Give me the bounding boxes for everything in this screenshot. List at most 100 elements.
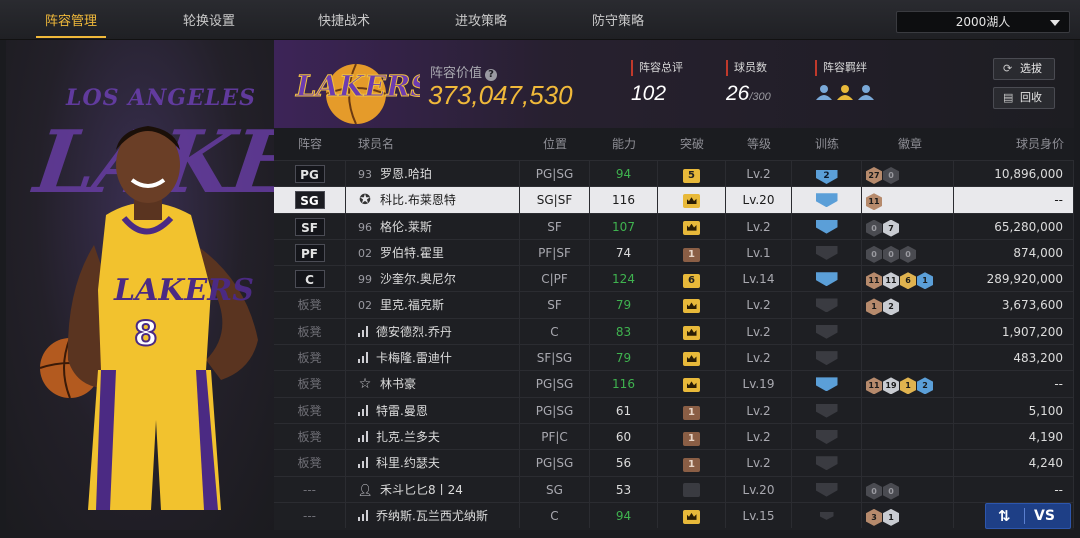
badge-hex-icon: 11 xyxy=(866,377,882,395)
slot-cell[interactable]: SF xyxy=(274,213,346,239)
table-row[interactable]: 板凳 科里.约瑟夫 PG|SG 56 1 Lv.2 4,240 xyxy=(274,449,1074,476)
slot-cell[interactable]: PG xyxy=(274,161,346,187)
table-row[interactable]: SG ✪ 科比.布莱恩特 SG|SF 116 Lv.20 11 -- xyxy=(274,186,1074,213)
player-level: Lv.2 xyxy=(726,423,792,450)
badge-hex-icon: 2 xyxy=(917,377,933,395)
player-name-cell[interactable]: 93 罗恩.哈珀 xyxy=(346,161,520,187)
badges-cell: 07 xyxy=(862,213,954,239)
col-ability[interactable]: 能力 xyxy=(590,128,658,160)
slot-cell[interactable]: --- xyxy=(274,502,346,529)
team-dropdown[interactable]: 2000湖人 xyxy=(896,11,1070,33)
lineup-value-label-text: 阵容价值 xyxy=(430,66,483,81)
col-badges[interactable]: 徽章 xyxy=(862,128,954,160)
tab-offense-strategy[interactable]: 进攻策略 xyxy=(440,0,522,40)
lineup-bond-stat[interactable]: 阵容羁绊 xyxy=(815,60,875,100)
table-row[interactable]: 板凳 扎克.兰多夫 PF|C 60 1 Lv.2 4,190 xyxy=(274,422,1074,450)
jersey-number: 02 xyxy=(358,246,372,260)
player-name-cell[interactable]: 02 里克.福克斯 xyxy=(346,292,520,318)
crown-icon xyxy=(686,381,697,389)
badge-hex-icon: 0 xyxy=(866,482,882,500)
player-name: 林书豪 xyxy=(380,377,417,392)
breakthrough-badge: 1 xyxy=(683,431,700,446)
badge-hex-icon: 7 xyxy=(883,219,899,237)
player-name-cell[interactable]: 卡梅隆.雷迪什 xyxy=(346,345,520,371)
scout-button[interactable]: ⟳ 选拔 xyxy=(993,58,1055,80)
slot-bench: 板凳 xyxy=(297,351,322,366)
table-row[interactable]: SF 96 格伦.莱斯 SF 107 Lv.2 07 65,280,000 xyxy=(274,212,1074,239)
team-dropdown-value: 2000湖人 xyxy=(955,15,1011,29)
player-ability: 60 xyxy=(590,423,658,450)
compare-vs-button[interactable]: ⇅ VS xyxy=(985,503,1071,529)
badges-cell: 11 xyxy=(862,187,954,213)
table-row[interactable]: --- 👤︎ 禾斗匕匕8丨24 SG 53 Lv.20 00 -- xyxy=(274,475,1074,502)
slot-cell[interactable]: 板凳 xyxy=(274,292,346,318)
col-level[interactable]: 等级 xyxy=(726,128,792,160)
training-cell xyxy=(792,318,862,345)
player-salary: 65,280,000 xyxy=(954,213,1074,239)
slot-cell[interactable]: 板凳 xyxy=(274,371,346,397)
player-position: C xyxy=(520,502,590,529)
tab-quick-tactics[interactable]: 快捷战术 xyxy=(303,0,385,40)
table-row[interactable]: PG 93 罗恩.哈珀 PG|SG 94 5 Lv.2 2 27 0 10,896,… xyxy=(274,160,1074,187)
badge-hex-icon: 1 xyxy=(917,272,933,290)
badges-cell: 12 xyxy=(862,292,954,318)
player-name-cell[interactable]: 99 沙奎尔.奥尼尔 xyxy=(346,266,520,292)
player-name-cell[interactable]: 德安德烈.乔丹 xyxy=(346,318,520,345)
table-row[interactable]: 板凳 02 里克.福克斯 SF 79 Lv.2 12 3,673,600 xyxy=(274,291,1074,318)
col-name[interactable]: 球员名 xyxy=(346,128,520,160)
slot-cell[interactable]: 板凳 xyxy=(274,318,346,345)
player-position: PG|SG xyxy=(520,397,590,423)
player-name-cell[interactable]: 科里.约瑟夫 xyxy=(346,450,520,476)
table-row[interactable]: --- 乔纳斯.瓦兰西尤纳斯 C 94 Lv.15 31 xyxy=(274,501,1074,529)
player-position: PF|C xyxy=(520,423,590,450)
slot-cell[interactable]: C xyxy=(274,266,346,292)
player-name-cell[interactable]: 👤︎ 禾斗匕匕8丨24 xyxy=(346,476,520,502)
player-name-cell[interactable]: 96 格伦.莱斯 xyxy=(346,213,520,239)
tab-lineup[interactable]: 阵容管理 xyxy=(30,0,112,40)
player-name: 沙奎尔.奥尼尔 xyxy=(380,272,456,287)
col-slot[interactable]: 阵容 xyxy=(274,128,346,160)
recycle-button[interactable]: ▤ 回收 xyxy=(993,87,1055,109)
player-name-cell[interactable]: ✪ 科比.布莱恩特 xyxy=(346,187,520,213)
lineup-value: 373,047,530 xyxy=(428,80,573,110)
player-name-cell[interactable]: ☆ 林书豪 xyxy=(346,371,520,397)
player-position: SF xyxy=(520,292,590,318)
vs-divider xyxy=(1024,508,1025,524)
player-name-cell[interactable]: 02 罗伯特.霍里 xyxy=(346,239,520,266)
player-name-cell[interactable]: 乔纳斯.瓦兰西尤纳斯 xyxy=(346,502,520,529)
table-row[interactable]: 板凳 德安德烈.乔丹 C 83 Lv.2 1,907,200 xyxy=(274,317,1074,345)
table-row[interactable]: C 99 沙奎尔.奥尼尔 C|PF 124 6 Lv.14 11 11 6 1 289,… xyxy=(274,265,1074,292)
player-portrait-image: LAKERS 8 xyxy=(39,126,258,510)
crown-icon xyxy=(686,328,697,336)
slot-cell[interactable]: PF xyxy=(274,239,346,266)
player-position: PF|SF xyxy=(520,239,590,266)
table-row[interactable]: 板凳 卡梅隆.雷迪什 SF|SG 79 Lv.2 483,200 xyxy=(274,344,1074,371)
table-row[interactable]: 板凳 特雷.曼恩 PG|SG 61 1 Lv.2 5,100 xyxy=(274,396,1074,423)
slot-cell[interactable]: SG xyxy=(274,187,346,213)
player-level: Lv.20 xyxy=(726,476,792,502)
slot-bench: --- xyxy=(303,482,316,497)
slot-cell[interactable]: 板凳 xyxy=(274,450,346,476)
col-salary[interactable]: 球员身价 xyxy=(954,128,1074,160)
col-position[interactable]: 位置 xyxy=(520,128,590,160)
tab-rotation[interactable]: 轮换设置 xyxy=(168,0,250,40)
player-name-cell[interactable]: 特雷.曼恩 xyxy=(346,397,520,423)
tab-defense-strategy[interactable]: 防守策略 xyxy=(577,0,659,40)
breakthrough-badge xyxy=(683,509,700,524)
player-level: Lv.2 xyxy=(726,450,792,476)
table-row[interactable]: PF 02 罗伯特.霍里 PF|SF 74 1 Lv.1 000 874,000 xyxy=(274,238,1074,266)
player-count-value: 26 xyxy=(726,82,750,105)
slot-cell[interactable]: 板凳 xyxy=(274,423,346,450)
player-level: Lv.15 xyxy=(726,502,792,529)
slot-cell[interactable]: --- xyxy=(274,476,346,502)
badges-cell xyxy=(862,345,954,371)
player-name-cell[interactable]: 扎克.兰多夫 xyxy=(346,423,520,450)
breakthrough-cell: 1 xyxy=(658,397,726,423)
col-breakthrough[interactable]: 突破 xyxy=(658,128,726,160)
player-ability: 53 xyxy=(590,476,658,502)
slot-cell[interactable]: 板凳 xyxy=(274,397,346,423)
slot-cell[interactable]: 板凳 xyxy=(274,345,346,371)
col-training[interactable]: 训练 xyxy=(792,128,862,160)
badges-cell xyxy=(862,318,954,345)
table-row[interactable]: 板凳 ☆ 林书豪 PG|SG 116 Lv.19 11 19 1 2 -- xyxy=(274,370,1074,397)
